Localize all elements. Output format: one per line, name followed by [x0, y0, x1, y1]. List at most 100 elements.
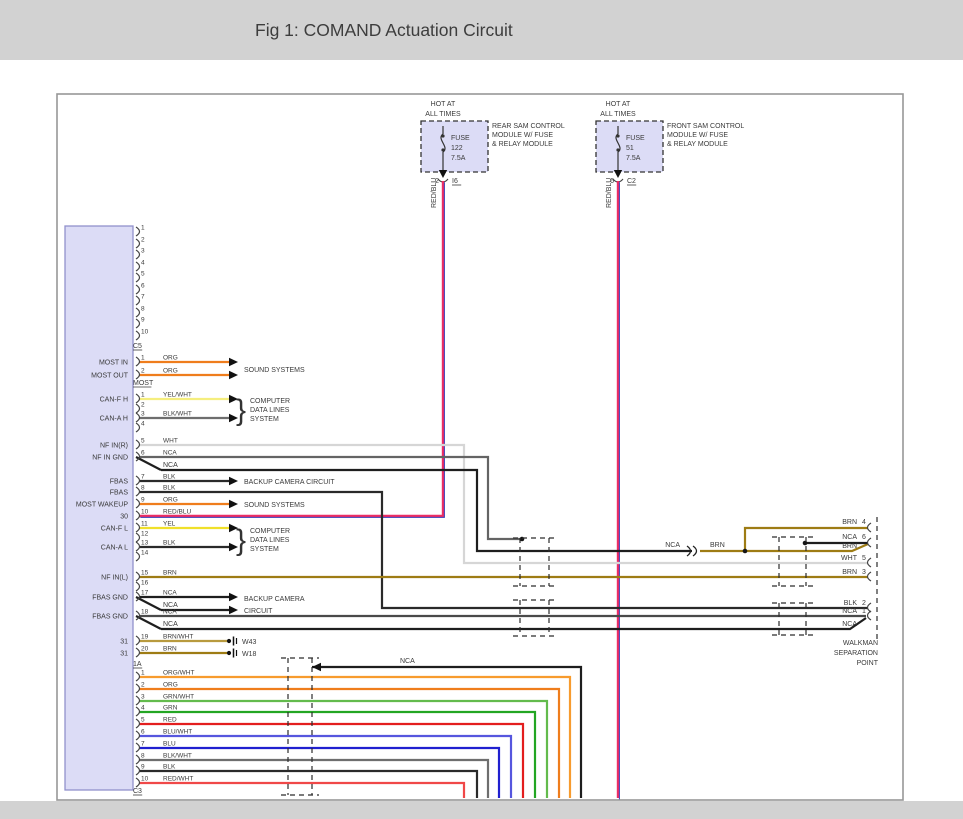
pin-number: 8 — [141, 753, 145, 760]
label: MODULE W/ FUSE — [492, 132, 553, 139]
pin — [136, 308, 140, 317]
pin — [136, 743, 140, 752]
terminal-label: NF IN(L) — [101, 575, 128, 582]
pin — [136, 696, 140, 705]
arrow-icon — [229, 593, 238, 601]
label: NCA — [163, 602, 178, 609]
pin — [868, 572, 872, 581]
pin-number: 1 — [141, 225, 145, 232]
label: REAR SAM CONTROL — [492, 123, 565, 130]
pin — [136, 239, 140, 248]
pin — [136, 523, 140, 532]
pin — [136, 394, 140, 403]
label: COMPUTER — [250, 528, 290, 535]
pin — [136, 476, 140, 485]
label: 5 — [862, 555, 866, 562]
pin — [868, 558, 872, 567]
pin — [136, 440, 140, 449]
wire — [136, 457, 161, 470]
terminal-label: MOST WAKEUP — [76, 502, 128, 509]
wire — [139, 677, 570, 798]
wire — [139, 783, 464, 798]
pin-number: 10 — [141, 776, 149, 783]
label: BACKUP CAMERA CIRCUIT — [244, 479, 335, 486]
pin-number: 1 — [141, 392, 145, 399]
label: ALL TIMES — [600, 111, 636, 118]
label: BLK — [844, 600, 858, 607]
label: 7.5A — [451, 155, 466, 162]
wire-label: GRN — [163, 705, 178, 712]
pin — [136, 319, 140, 328]
wire-label: YEL — [163, 521, 176, 528]
wire — [312, 667, 581, 798]
pin — [136, 423, 140, 432]
wire-red-blu — [139, 181, 443, 516]
terminal-label: 31 — [120, 651, 128, 658]
wire-label: BLK/WHT — [163, 411, 192, 418]
wire-label: RED — [163, 717, 177, 724]
label: MODULE W/ FUSE — [667, 132, 728, 139]
pin — [136, 684, 140, 693]
pin — [136, 227, 140, 236]
label: RED/BLU — [606, 178, 613, 208]
connector-label: C3 — [133, 788, 142, 795]
pin-number: 7 — [141, 741, 145, 748]
wire-label: ORG/WHT — [163, 670, 194, 677]
pin-number: 12 — [141, 531, 149, 538]
label: SOUND SYSTEMS — [244, 502, 305, 509]
pin-number: 8 — [141, 306, 145, 313]
connector-label: C5 — [133, 343, 142, 350]
label: NCA — [400, 658, 415, 665]
pin-number: 15 — [141, 570, 149, 577]
pin-number: 3 — [141, 411, 145, 418]
label: & RELAY MODULE — [492, 141, 553, 148]
wire-label: BRN — [163, 646, 177, 653]
terminal-label: NF IN GND — [92, 455, 128, 462]
wire-label: BLK — [163, 764, 176, 771]
wire-label: NCA — [163, 609, 177, 616]
label: ALL TIMES — [425, 111, 461, 118]
pin-number: 4 — [141, 705, 145, 712]
pin-number: 13 — [141, 540, 149, 547]
terminal-label: CAN-F L — [101, 526, 128, 533]
pin — [136, 707, 140, 716]
connector-label: 1A — [133, 661, 142, 668]
pin — [136, 413, 140, 422]
wire-label: BLK — [163, 474, 176, 481]
terminal-label: 30 — [120, 514, 128, 521]
label: DATA LINES — [250, 407, 290, 414]
pin-number: 17 — [141, 590, 149, 597]
wire-label: BRN/WHT — [163, 634, 193, 641]
terminal-label: FBAS — [110, 479, 129, 486]
wire-label: BLU — [163, 741, 176, 748]
terminal-label: FBAS — [110, 490, 129, 497]
label: BRN — [710, 542, 725, 549]
wire-label: GRN/WHT — [163, 694, 194, 701]
pin-number: 2 — [141, 402, 145, 409]
label: 7.5A — [626, 155, 641, 162]
pin — [136, 636, 140, 645]
pin-number: 2 — [141, 682, 145, 689]
label: WALKMAN — [843, 640, 878, 647]
wire — [136, 616, 161, 629]
pin-number: 4 — [141, 421, 145, 428]
wire-label: ORG — [163, 682, 178, 689]
arrow-icon — [229, 371, 238, 379]
pin-number: 9 — [141, 764, 145, 771]
fuse-terminal-dot — [441, 148, 444, 151]
label: FRONT SAM CONTROL — [667, 123, 744, 130]
label: NCA — [842, 621, 857, 628]
pin-number: 10 — [141, 329, 149, 336]
pin-number: 6 — [141, 450, 145, 457]
terminal-label: CAN-F H — [100, 397, 128, 404]
brace-icon: } — [236, 524, 246, 557]
pin-number: 6 — [141, 283, 145, 290]
wire-label: BLK/WHT — [163, 753, 192, 760]
terminal-label: NF IN(R) — [100, 443, 128, 450]
pin-number: 14 — [141, 550, 149, 557]
pin — [868, 523, 872, 532]
label: W43 — [242, 639, 257, 646]
pin-number: 9 — [141, 317, 145, 324]
pin-number: 2 — [141, 368, 145, 375]
wire-label: NCA — [163, 590, 177, 597]
